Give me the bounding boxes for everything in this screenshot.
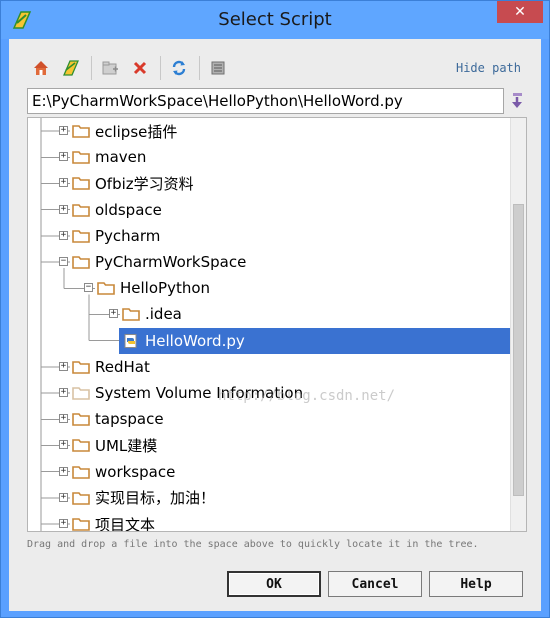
new-folder-button[interactable] — [96, 54, 124, 82]
title-bar[interactable]: Select Script ✕ — [1, 1, 549, 39]
refresh-icon — [172, 60, 186, 76]
folder-icon — [122, 308, 140, 322]
tree-item-label: RedHat — [95, 357, 150, 376]
tree-item-label: 项目文本 — [95, 515, 156, 532]
toolbar-separator — [91, 56, 92, 80]
show-hidden-icon — [211, 61, 225, 75]
watermark-text: http://blog.csdn.net/ — [218, 388, 396, 404]
tree-item-label: Ofbiz学习资料 — [95, 174, 194, 193]
expand-icon[interactable]: + — [59, 178, 68, 188]
collapse-icon[interactable]: − — [59, 257, 68, 267]
new-folder-icon — [102, 61, 118, 75]
expand-icon[interactable]: + — [109, 309, 118, 319]
collapse-icon[interactable]: − — [84, 283, 93, 293]
refresh-button[interactable] — [165, 54, 193, 82]
folder-icon — [72, 465, 90, 479]
tree-folder-item[interactable]: + oldspace — [28, 197, 510, 223]
folder-icon — [72, 492, 90, 505]
dialog-window: Select Script ✕ Hide path E:\PyCharmWork… — [0, 0, 550, 618]
tree-folder-item[interactable]: + 实现目标，加油！ — [28, 485, 510, 511]
tree-item-label: 实现目标，加油！ — [95, 489, 216, 508]
hide-path-link[interactable]: Hide path — [456, 61, 521, 75]
tree-folder-item[interactable]: + Pycharm — [28, 223, 510, 249]
folder-icon — [72, 151, 90, 165]
home-button[interactable] — [27, 54, 55, 82]
folder-icon — [72, 439, 90, 453]
tree-item-label: .idea — [145, 305, 182, 324]
expand-icon[interactable]: + — [59, 361, 68, 371]
folder-icon — [72, 361, 90, 374]
tree-folder-item[interactable]: + maven — [28, 144, 510, 170]
tree-item-label: tapspace — [95, 410, 164, 429]
file-tree[interactable]: + eclipse插件 + maven + Ofbiz学习资料 + oldspace + Pych… — [27, 117, 527, 532]
project-root-button[interactable] — [57, 54, 85, 82]
tree-item-label: Pycharm — [95, 226, 161, 245]
tree-file-item[interactable]: HelloWord.py — [119, 327, 510, 354]
expand-icon[interactable]: + — [59, 204, 68, 214]
tree-folder-item[interactable]: + Ofbiz学习资料 — [28, 170, 510, 196]
ok-button[interactable]: OK — [227, 571, 321, 597]
tree-folder-item[interactable]: + tapspace — [28, 406, 510, 432]
expand-icon[interactable]: + — [59, 152, 68, 162]
dialog-title: Select Script — [218, 9, 332, 30]
project-icon — [63, 60, 79, 76]
folder-icon — [72, 125, 90, 138]
scrollbar-thumb[interactable] — [513, 204, 524, 496]
toolbar — [27, 53, 234, 83]
folder-icon — [72, 203, 90, 217]
tree-folder-item[interactable]: + 项目文本 — [28, 511, 510, 532]
toolbar-separator — [199, 56, 200, 80]
python-file-icon — [124, 333, 137, 348]
drag-drop-hint: Drag and drop a file into the space abov… — [27, 539, 479, 550]
tree-item-label: HelloPython — [120, 279, 211, 298]
tree-item-label: oldspace — [95, 200, 162, 219]
tree-folder-item[interactable]: + RedHat — [28, 354, 510, 380]
tree-folder-item[interactable]: − PyCharmWorkSpace — [28, 249, 510, 275]
toolbar-separator — [160, 56, 161, 80]
tree-folder-item[interactable]: + eclipse插件 — [28, 118, 510, 144]
delete-icon — [133, 61, 147, 75]
history-dropdown-icon — [512, 93, 522, 108]
folder-icon — [72, 177, 90, 191]
tree-item-label: workspace — [95, 462, 176, 481]
home-icon — [34, 61, 48, 75]
folder-icon — [72, 230, 90, 243]
show-hidden-button[interactable] — [204, 54, 232, 82]
folder-icon — [72, 387, 90, 400]
folder-icon — [72, 518, 90, 531]
expand-icon[interactable]: + — [59, 466, 68, 476]
path-input[interactable]: E:\PyCharmWorkSpace\HelloPython\HelloWor… — [27, 88, 504, 114]
expand-icon[interactable]: + — [59, 388, 68, 398]
tree-item-label: UML建模 — [95, 436, 158, 455]
expand-icon[interactable]: + — [59, 414, 68, 424]
tree-folder-item[interactable]: + workspace — [28, 459, 510, 485]
folder-icon — [72, 256, 90, 269]
tree-item-label: eclipse插件 — [95, 122, 178, 141]
tree-folder-item[interactable]: + UML建模 — [28, 432, 510, 458]
expand-icon[interactable]: + — [59, 492, 68, 502]
tree-folder-item[interactable]: + .idea — [28, 301, 510, 327]
help-button[interactable]: Help — [429, 571, 523, 597]
tree-item-label: PyCharmWorkSpace — [95, 253, 247, 271]
folder-icon — [72, 413, 90, 427]
delete-button[interactable] — [126, 54, 154, 82]
expand-icon[interactable]: + — [59, 126, 68, 136]
tree-scrollbar[interactable] — [510, 118, 526, 531]
cancel-button[interactable]: Cancel — [328, 571, 422, 597]
dialog-body: Hide path E:\PyCharmWorkSpace\HelloPytho… — [9, 39, 541, 611]
folder-icon — [97, 282, 115, 296]
expand-icon[interactable]: + — [59, 519, 68, 529]
path-history-button[interactable] — [507, 89, 527, 113]
close-button[interactable]: ✕ — [497, 1, 543, 23]
tree-item-label: HelloWord.py — [145, 331, 245, 350]
expand-icon[interactable]: + — [59, 230, 68, 240]
expand-icon[interactable]: + — [59, 440, 68, 450]
tree-item-label: maven — [95, 148, 147, 167]
tree-folder-item[interactable]: − HelloPython — [28, 275, 510, 301]
